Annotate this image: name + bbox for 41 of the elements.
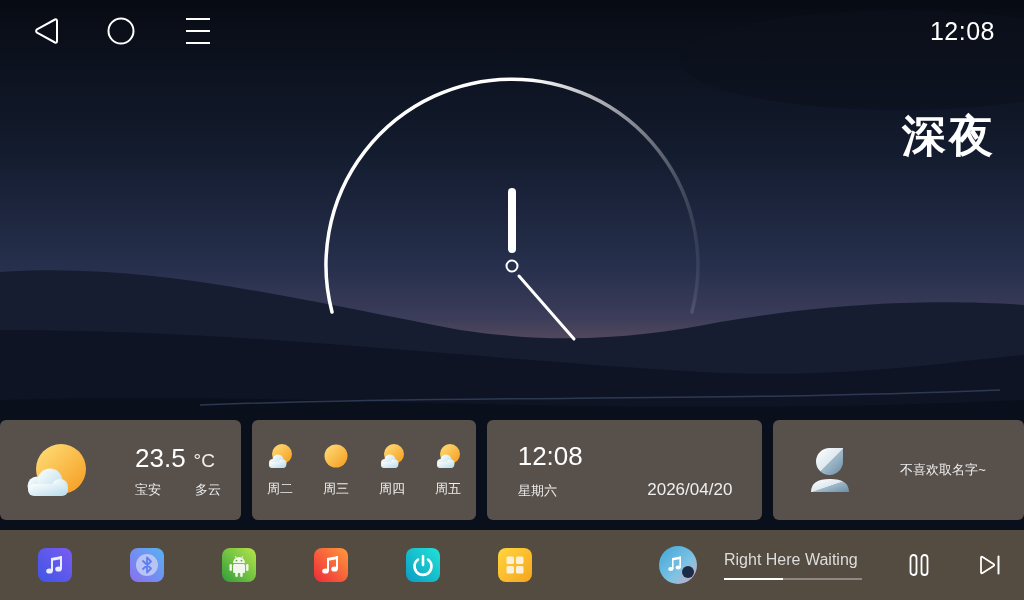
sun-cloud-icon xyxy=(379,443,404,468)
sun-cloud-icon xyxy=(267,443,292,468)
sun-cloud-icon xyxy=(435,443,460,468)
home-icon[interactable] xyxy=(107,17,135,45)
apps-grid-icon[interactable] xyxy=(498,548,532,582)
bluetooth-icon[interactable] xyxy=(130,548,164,582)
sun-icon xyxy=(323,443,348,468)
pause-icon[interactable] xyxy=(909,554,929,576)
music-app-icon[interactable] xyxy=(38,548,72,582)
temperature: 23.5 xyxy=(135,442,186,473)
song-title: Right Here Waiting xyxy=(724,550,859,569)
weather-card[interactable]: 23.5 °C 宝安 多云 xyxy=(0,420,241,520)
clock-time: 12:08 xyxy=(517,440,584,471)
status-time: 12:08 xyxy=(929,16,995,46)
forecast-day: 周四 xyxy=(378,480,405,497)
date: 2026/04/20 xyxy=(647,479,733,500)
date-card[interactable]: 12:08 星期六 2026/04/20 xyxy=(486,420,763,520)
clock-pivot xyxy=(505,259,519,273)
music-app-icon[interactable] xyxy=(314,548,348,582)
skip-next-icon[interactable] xyxy=(979,555,1001,575)
album-art-icon[interactable] xyxy=(659,546,697,584)
city-name: 宝安 xyxy=(135,481,161,498)
time-of-day-label: 深夜 xyxy=(902,114,996,158)
temperature-unit: °C xyxy=(193,449,215,472)
power-icon[interactable] xyxy=(406,548,440,582)
sun-cloud-icon xyxy=(26,444,86,496)
android-icon[interactable] xyxy=(222,548,256,582)
forecast-day: 周二 xyxy=(266,480,293,497)
profile-name: 不喜欢取名字~ xyxy=(900,461,986,479)
back-icon[interactable] xyxy=(33,16,59,46)
forecast-day: 周三 xyxy=(322,480,349,497)
menu-icon[interactable] xyxy=(185,18,211,44)
weekday: 星期六 xyxy=(517,481,557,500)
progress-track[interactable] xyxy=(724,577,862,580)
weather-condition: 多云 xyxy=(195,481,221,498)
hour-hand xyxy=(508,188,516,253)
profile-card[interactable]: 不喜欢取名字~ xyxy=(773,420,1024,520)
minute-hand xyxy=(517,274,576,341)
forecast-card[interactable]: 周二 周三 周四 周五 xyxy=(251,420,476,520)
forecast-day: 周五 xyxy=(434,480,461,497)
avatar-icon xyxy=(809,447,852,493)
